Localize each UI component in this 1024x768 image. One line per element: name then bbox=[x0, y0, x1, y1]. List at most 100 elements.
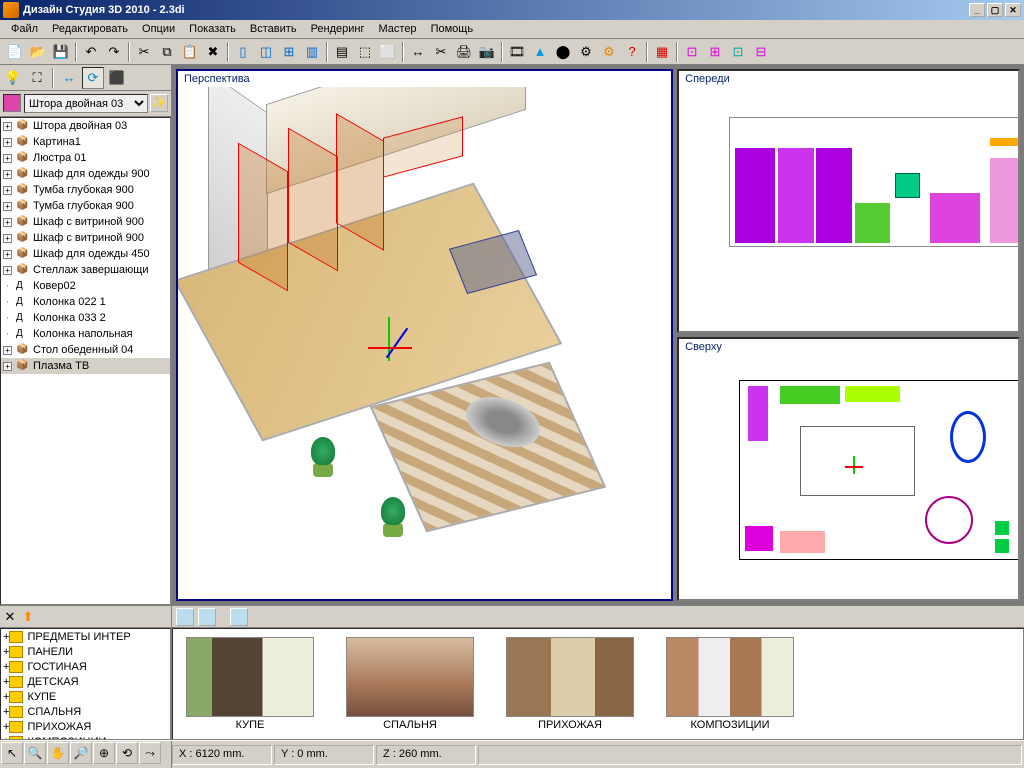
menu-master[interactable]: Мастер bbox=[372, 21, 424, 37]
menu-insert[interactable]: Вставить bbox=[243, 21, 304, 37]
thumb-kompozicii[interactable]: КОМПОЗИЦИИ bbox=[665, 637, 795, 731]
tree-node[interactable]: +📦Тумба глубокая 900 bbox=[1, 198, 170, 214]
prop-icon[interactable]: ⚙ bbox=[575, 41, 597, 63]
category-node[interactable]: +ПРИХОЖАЯ bbox=[1, 719, 170, 734]
color-swatch[interactable] bbox=[3, 94, 21, 112]
category-node[interactable]: +ПАНЕЛИ bbox=[1, 644, 170, 659]
maximize-icon[interactable]: ⛶ bbox=[26, 67, 48, 89]
category-tree[interactable]: +ПРЕДМЕТЫ ИНТЕР+ПАНЕЛИ+ГОСТИНАЯ+ДЕТСКАЯ+… bbox=[0, 628, 171, 740]
category-toolbar: ✕ ⬆ bbox=[0, 606, 171, 628]
category-node[interactable]: +КУПЕ bbox=[1, 689, 170, 704]
thumb-spalnya[interactable]: СПАЛЬНЯ bbox=[345, 637, 475, 731]
print-icon[interactable]: 🖨 bbox=[453, 41, 475, 63]
close-panel-icon[interactable]: ✕ bbox=[2, 609, 18, 625]
tree-node[interactable]: +📦Люстра 01 bbox=[1, 150, 170, 166]
undo-icon[interactable]: ↶ bbox=[80, 41, 102, 63]
door-icon[interactable]: ⬛ bbox=[106, 67, 128, 89]
tree-node[interactable]: ·ДКовер02 bbox=[1, 278, 170, 294]
tree-node[interactable]: +📦Шкаф для одежды 900 bbox=[1, 166, 170, 182]
category-node[interactable]: +КОМПОЗИЦИИ bbox=[1, 734, 170, 740]
scene-tree[interactable]: +📦Штора двойная 03+📦Картина1+📦Люстра 01+… bbox=[0, 117, 171, 605]
redo-icon[interactable]: ↷ bbox=[103, 41, 125, 63]
view4-icon[interactable]: ▥ bbox=[301, 41, 323, 63]
paste-icon[interactable]: 📋 bbox=[179, 41, 201, 63]
menu-options[interactable]: Опции bbox=[135, 21, 182, 37]
camera-icon[interactable]: 📷 bbox=[476, 41, 498, 63]
tree-node[interactable]: +📦Плазма ТВ bbox=[1, 358, 170, 374]
viewport-perspective[interactable]: Перспектива bbox=[176, 69, 673, 601]
layer-icon[interactable]: ▤ bbox=[331, 41, 353, 63]
check-icon[interactable]: ? bbox=[621, 41, 643, 63]
new-icon[interactable]: 📄 bbox=[4, 41, 26, 63]
nav-zoom-icon[interactable]: 🔍 bbox=[24, 742, 46, 764]
view3-icon[interactable]: ⊞ bbox=[278, 41, 300, 63]
open-icon[interactable]: 📂 bbox=[27, 41, 49, 63]
tree-node[interactable]: +📦Штора двойная 03 bbox=[1, 118, 170, 134]
filter2-icon[interactable] bbox=[198, 608, 216, 626]
grid-icon[interactable]: ▦ bbox=[651, 41, 673, 63]
copy-icon[interactable]: ⧉ bbox=[156, 41, 178, 63]
tree-node[interactable]: +📦Шкаф с витриной 900 bbox=[1, 214, 170, 230]
tree-node[interactable]: +📦Стол обеденный 04 bbox=[1, 342, 170, 358]
category-node[interactable]: +ПРЕДМЕТЫ ИНТЕР bbox=[1, 629, 170, 644]
viewport-top[interactable]: Сверху bbox=[677, 337, 1020, 601]
move-icon[interactable]: ↔ bbox=[58, 67, 80, 89]
thumb-kupe[interactable]: КУПЕ bbox=[185, 637, 315, 731]
view2-icon[interactable]: ◫ bbox=[255, 41, 277, 63]
cone-icon[interactable]: ▲ bbox=[529, 41, 551, 63]
tree-node[interactable]: +📦Шкаф для одежды 450 bbox=[1, 246, 170, 262]
delete-icon[interactable]: ✖ bbox=[202, 41, 224, 63]
nav-zoomin-icon[interactable]: ⊕ bbox=[93, 742, 115, 764]
up-folder-icon[interactable]: ⬆ bbox=[20, 609, 36, 625]
perspective-canvas[interactable] bbox=[178, 87, 671, 599]
snap2-icon[interactable]: ⊞ bbox=[704, 41, 726, 63]
snap3-icon[interactable]: ⊡ bbox=[727, 41, 749, 63]
viewport-front[interactable]: Спереди bbox=[677, 69, 1020, 333]
dimension-icon[interactable]: ↔ bbox=[407, 41, 429, 63]
top-canvas[interactable] bbox=[679, 355, 1018, 599]
save-icon[interactable]: 💾 bbox=[50, 41, 72, 63]
group-icon[interactable]: ⬚ bbox=[354, 41, 376, 63]
snap4-icon[interactable]: ⊟ bbox=[750, 41, 772, 63]
thumb-prihozhaya[interactable]: ПРИХОЖАЯ bbox=[505, 637, 635, 731]
sphere-icon[interactable]: ⬤ bbox=[552, 41, 574, 63]
category-node[interactable]: +СПАЛЬНЯ bbox=[1, 704, 170, 719]
select-icon[interactable]: ⬜ bbox=[377, 41, 399, 63]
close-button[interactable]: ✕ bbox=[1005, 3, 1021, 17]
nav-orbit-icon[interactable]: ⟲ bbox=[116, 742, 138, 764]
category-node[interactable]: +ГОСТИНАЯ bbox=[1, 659, 170, 674]
tree-node[interactable]: ·ДКолонка 033 2 bbox=[1, 310, 170, 326]
menu-render[interactable]: Рендеринг bbox=[304, 21, 372, 37]
main-area: 💡 ⛶ ↔ ⟳ ⬛ Штора двойная 03 ✨ +📦Штора дво… bbox=[0, 65, 1024, 605]
tree-node[interactable]: +📦Шкаф с витриной 900 bbox=[1, 230, 170, 246]
maximize-button[interactable]: ▢ bbox=[987, 3, 1003, 17]
nav-arrow-icon[interactable]: ↖ bbox=[1, 742, 23, 764]
menu-help[interactable]: Помощь bbox=[424, 21, 481, 37]
gear-icon[interactable]: ⚙ bbox=[598, 41, 620, 63]
film-icon[interactable]: 🎞 bbox=[506, 41, 528, 63]
cut-icon[interactable]: ✂ bbox=[133, 41, 155, 63]
tree-node[interactable]: +📦Тумба глубокая 900 bbox=[1, 182, 170, 198]
nav-pan-icon[interactable]: ✋ bbox=[47, 742, 69, 764]
rotate-icon[interactable]: ⟳ bbox=[82, 67, 104, 89]
menu-edit[interactable]: Редактировать bbox=[45, 21, 135, 37]
tree-node[interactable]: ·ДКолонка напольная bbox=[1, 326, 170, 342]
tree-node[interactable]: +📦Стеллаж завершающи bbox=[1, 262, 170, 278]
front-canvas[interactable] bbox=[679, 87, 1018, 331]
menu-show[interactable]: Показать bbox=[182, 21, 243, 37]
tree-node[interactable]: +📦Картина1 bbox=[1, 134, 170, 150]
view1-icon[interactable]: ▯ bbox=[232, 41, 254, 63]
object-dropdown[interactable]: Штора двойная 03 bbox=[24, 94, 148, 113]
nav-walk-icon[interactable]: ⤳ bbox=[139, 742, 161, 764]
minimize-button[interactable]: _ bbox=[969, 3, 985, 17]
category-node[interactable]: +ДЕТСКАЯ bbox=[1, 674, 170, 689]
snap1-icon[interactable]: ⊡ bbox=[681, 41, 703, 63]
light-icon[interactable]: 💡 bbox=[2, 67, 24, 89]
scissors-icon[interactable]: ✂ bbox=[430, 41, 452, 63]
filter1-icon[interactable] bbox=[176, 608, 194, 626]
filter3-icon[interactable] bbox=[230, 608, 248, 626]
nav-zoomfit-icon[interactable]: 🔎 bbox=[70, 742, 92, 764]
menu-file[interactable]: Файл bbox=[4, 21, 45, 37]
tree-node[interactable]: ·ДКолонка 022 1 bbox=[1, 294, 170, 310]
wand-icon[interactable]: ✨ bbox=[150, 94, 168, 112]
